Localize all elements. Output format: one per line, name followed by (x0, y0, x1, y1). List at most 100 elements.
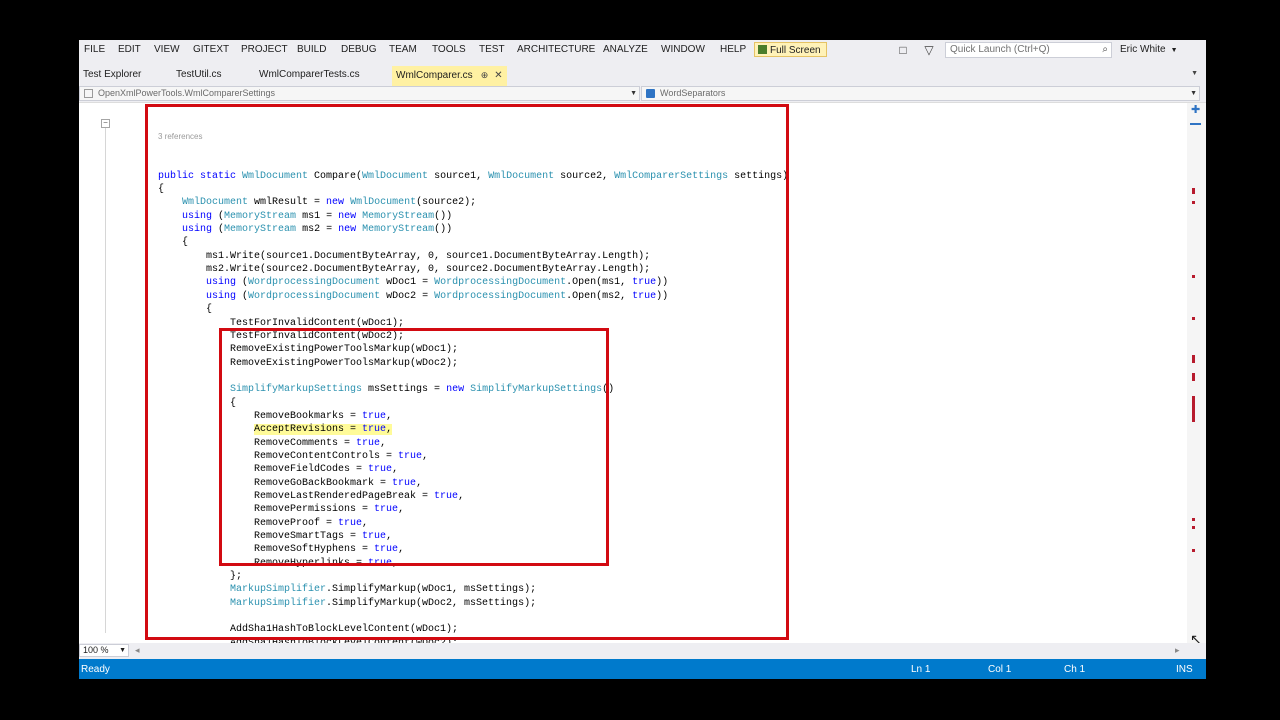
code-line[interactable]: RemoveProof = true, (158, 517, 788, 530)
code-token: source2, (554, 170, 615, 182)
code-token: ms1 = (296, 210, 339, 222)
code-token: )) (656, 277, 669, 289)
code-line[interactable] (158, 370, 788, 383)
code-line[interactable]: RemoveHyperlinks = true, (158, 557, 788, 570)
member-dropdown[interactable]: WordSeparators ▼ (641, 86, 1200, 101)
zoom-dropdown[interactable]: 100 % ▼ (79, 644, 129, 657)
menu-architecture[interactable]: ARCHITECTURE (517, 44, 595, 55)
code-line[interactable]: RemoveSoftHyphens = true, (158, 543, 788, 556)
code-line[interactable]: SimplifyMarkupSettings msSettings = new … (158, 383, 788, 396)
code-token: }; (158, 571, 243, 583)
code-line[interactable]: RemoveFieldCodes = true, (158, 463, 788, 476)
code-line[interactable]: { (158, 236, 788, 249)
code-line[interactable]: RemoveContentControls = true, (158, 450, 788, 463)
menu-build[interactable]: BUILD (297, 44, 326, 55)
menu-gitext[interactable]: GITEXT (193, 44, 229, 55)
code-line[interactable]: RemoveSmartTags = true, (158, 530, 788, 543)
tab-overflow-icon[interactable]: ▼ (1191, 70, 1198, 77)
code-line[interactable]: AddSha1HashToBlockLevelContent(wDoc1); (158, 623, 788, 636)
menu-analyze[interactable]: ANALYZE (603, 44, 648, 55)
code-line[interactable]: ms1.Write(source1.DocumentByteArray, 0, … (158, 250, 788, 263)
code-token: true (338, 517, 363, 529)
code-token: , (362, 517, 369, 529)
code-editor[interactable]: − 3 references public static WmlDocument… (79, 103, 1206, 679)
full-screen-button[interactable]: Full Screen (754, 42, 827, 57)
menu-edit[interactable]: EDIT (118, 44, 141, 55)
code-line[interactable]: using (WordprocessingDocument wDoc2 = Wo… (158, 290, 788, 303)
code-line[interactable]: RemoveLastRenderedPageBreak = true, (158, 490, 788, 503)
status-column: Col 1 (988, 664, 1012, 675)
code-line[interactable]: using (MemoryStream ms1 = new MemoryStre… (158, 210, 788, 223)
code-token: ( (212, 210, 225, 222)
collapse-icon[interactable]: − (101, 119, 110, 128)
type-dropdown[interactable]: OpenXmlPowerTools.WmlComparerSettings ▼ (79, 86, 640, 101)
tab-label: WmlComparer.cs (396, 70, 473, 81)
code-token: ()) (434, 224, 453, 236)
menu-test[interactable]: TEST (479, 44, 505, 55)
code-lines: public static WmlDocument Compare(WmlDoc… (158, 170, 788, 679)
menu-help[interactable]: HELP (720, 44, 746, 55)
code-token: , (380, 437, 387, 449)
code-line[interactable]: MarkupSimplifier.SimplifyMarkup(wDoc1, m… (158, 583, 788, 596)
quick-launch-input[interactable]: Quick Launch (Ctrl+Q) ⌕ (945, 42, 1112, 58)
user-account[interactable]: Eric White ▼ (1120, 44, 1178, 55)
menu-window[interactable]: WINDOW (661, 44, 705, 55)
code-line[interactable]: MarkupSimplifier.SimplifyMarkup(wDoc2, m… (158, 597, 788, 610)
code-line[interactable]: RemoveExistingPowerToolsMarkup(wDoc1); (158, 343, 788, 356)
filter-icon[interactable]: ▽ (922, 43, 936, 57)
code-line[interactable]: { (158, 303, 788, 316)
horizontal-scrollbar[interactable]: 100 % ▼ ◂ ▸ (79, 643, 1206, 659)
code-token: RemoveSmartTags = (158, 531, 363, 542)
code-line[interactable]: { (158, 183, 788, 196)
status-char: Ch 1 (1064, 664, 1086, 675)
scroll-right-icon[interactable]: ▸ (1175, 645, 1180, 656)
menu-tools[interactable]: TOOLS (432, 44, 466, 55)
code-line[interactable]: }; (158, 570, 788, 583)
menu-view[interactable]: VIEW (154, 44, 180, 55)
code-line[interactable]: using (MemoryStream ms2 = new MemoryStre… (158, 223, 788, 236)
code-line[interactable]: ms2.Write(source2.DocumentByteArray, 0, … (158, 263, 788, 276)
tab-wmlcomparer[interactable]: WmlComparer.cs ⊕ ✕ (392, 66, 507, 86)
code-line[interactable]: TestForInvalidContent(wDoc2); (158, 330, 788, 343)
chevron-down-icon: ▼ (119, 647, 126, 654)
code-token: RemoveGoBackBookmark = (158, 477, 393, 489)
code-token: source1, (428, 170, 489, 182)
feedback-icon[interactable]: □ (896, 43, 910, 57)
tab-test-explorer[interactable]: Test Explorer (83, 66, 141, 84)
code-token: )) (656, 290, 669, 302)
code-token: WordprocessingDocument (248, 277, 381, 289)
code-line[interactable]: RemoveComments = true, (158, 437, 788, 450)
split-icon[interactable]: ✚ (1191, 105, 1200, 116)
search-icon[interactable]: ⌕ (1102, 43, 1108, 57)
scroll-left-icon[interactable]: ◂ (135, 645, 140, 656)
code-line[interactable]: WmlDocument wmlResult = new WmlDocument(… (158, 196, 788, 209)
code-line[interactable]: RemoveExistingPowerToolsMarkup(wDoc2); (158, 357, 788, 370)
menu-project[interactable]: PROJECT (241, 44, 288, 55)
menu-team[interactable]: TEAM (389, 44, 417, 55)
status-ready: Ready (81, 664, 110, 675)
vertical-scrollbar[interactable]: ✚ (1187, 103, 1206, 643)
code-token: WordprocessingDocument (434, 290, 567, 302)
menu-file[interactable]: FILE (84, 44, 105, 55)
code-line[interactable]: AcceptRevisions = true, (158, 423, 788, 436)
code-line[interactable]: TestForInvalidContent(wDoc1); (158, 317, 788, 330)
references-codelens[interactable]: 3 references (158, 130, 788, 143)
code-line[interactable]: RemoveGoBackBookmark = true, (158, 477, 788, 490)
code-line[interactable]: using (WordprocessingDocument wDoc1 = Wo… (158, 276, 788, 289)
pin-icon[interactable]: ⊕ (481, 70, 489, 80)
code-token: ms1.Write(source1.DocumentByteArray, 0, … (158, 250, 651, 262)
code-token: RemovePermissions = (158, 504, 375, 516)
code-line[interactable]: RemoveBookmarks = true, (158, 410, 788, 423)
code-text[interactable]: 3 references public static WmlDocument C… (158, 103, 788, 679)
close-icon[interactable]: ✕ (494, 70, 502, 81)
code-line[interactable]: { (158, 397, 788, 410)
code-line[interactable] (158, 610, 788, 623)
code-line[interactable]: RemovePermissions = true, (158, 503, 788, 516)
menu-debug[interactable]: DEBUG (341, 44, 377, 55)
tab-wmlcomparertests[interactable]: WmlComparerTests.cs (259, 66, 360, 84)
code-token: true (362, 424, 387, 436)
code-line[interactable]: public static WmlDocument Compare(WmlDoc… (158, 170, 788, 183)
code-token: RemoveComments = (158, 437, 357, 449)
tab-testutil[interactable]: TestUtil.cs (176, 66, 222, 84)
